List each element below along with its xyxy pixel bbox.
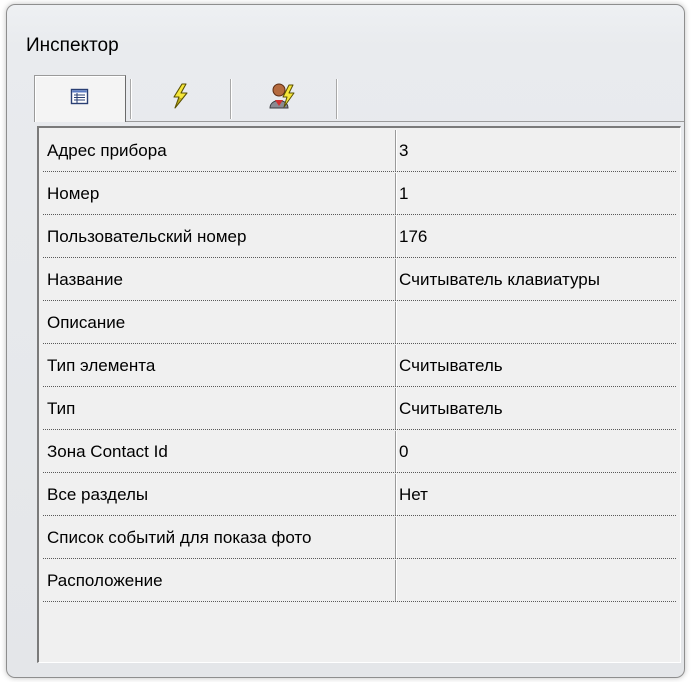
property-grid: Адрес прибора 3 Номер 1 Пользовательский… bbox=[37, 126, 681, 663]
column-divider bbox=[395, 173, 396, 214]
property-name: Расположение bbox=[47, 571, 163, 590]
tab-user-events[interactable] bbox=[230, 75, 336, 121]
tab-separator bbox=[336, 79, 337, 119]
property-value[interactable]: 176 bbox=[399, 216, 675, 257]
property-name: Описание bbox=[47, 313, 126, 332]
property-value[interactable] bbox=[399, 517, 675, 558]
property-row[interactable]: Тип Считыватель bbox=[43, 388, 676, 430]
property-name: Все разделы bbox=[47, 485, 149, 504]
property-name: Тип элемента bbox=[47, 356, 156, 375]
property-name: Пользовательский номер bbox=[47, 227, 247, 246]
property-name: Название bbox=[47, 270, 123, 289]
property-value[interactable]: 1 bbox=[399, 173, 675, 214]
user-lightning-icon bbox=[268, 82, 298, 115]
property-name: Тип bbox=[47, 399, 76, 418]
property-value[interactable]: 3 bbox=[399, 130, 675, 171]
property-value[interactable]: Нет bbox=[399, 474, 675, 515]
property-row[interactable]: Адрес прибора 3 bbox=[43, 130, 676, 172]
property-value[interactable]: Считыватель bbox=[399, 388, 675, 429]
column-divider bbox=[395, 560, 396, 601]
property-name: Список событий для показа фото bbox=[47, 528, 312, 547]
column-divider bbox=[395, 388, 396, 429]
column-divider bbox=[395, 345, 396, 386]
column-divider bbox=[395, 216, 396, 257]
window-title: Инспектор bbox=[26, 35, 119, 56]
property-row[interactable]: Зона Contact Id 0 bbox=[43, 431, 676, 473]
property-name: Зона Contact Id bbox=[47, 442, 168, 461]
tab-events[interactable] bbox=[130, 75, 230, 121]
inspector-window: Инспектор Адрес прибора 3 Номер 1 Пользо… bbox=[6, 4, 685, 678]
property-value[interactable]: 0 bbox=[399, 431, 675, 472]
property-row[interactable]: Описание bbox=[43, 302, 676, 344]
property-row[interactable]: Все разделы Нет bbox=[43, 474, 676, 516]
property-row[interactable]: Номер 1 bbox=[43, 173, 676, 215]
column-divider bbox=[395, 259, 396, 300]
tab-properties[interactable] bbox=[34, 75, 126, 122]
column-divider bbox=[395, 130, 396, 171]
property-name: Адрес прибора bbox=[47, 141, 167, 160]
property-name: Номер bbox=[47, 184, 100, 203]
property-row[interactable]: Пользовательский номер 176 bbox=[43, 216, 676, 258]
inspector-tabs bbox=[34, 75, 684, 122]
column-divider bbox=[395, 431, 396, 472]
property-list-icon bbox=[70, 88, 90, 111]
property-value[interactable] bbox=[399, 302, 675, 343]
column-divider bbox=[395, 302, 396, 343]
property-row[interactable]: Название Считыватель клавиатуры bbox=[43, 259, 676, 301]
property-row[interactable]: Расположение bbox=[43, 560, 676, 602]
column-divider bbox=[395, 474, 396, 515]
property-row[interactable]: Тип элемента Считыватель bbox=[43, 345, 676, 387]
property-value[interactable]: Считыватель клавиатуры bbox=[399, 259, 675, 300]
property-value[interactable] bbox=[399, 560, 675, 601]
lightning-icon bbox=[169, 82, 191, 114]
property-row[interactable]: Список событий для показа фото bbox=[43, 517, 676, 559]
property-value[interactable]: Считыватель bbox=[399, 345, 675, 386]
column-divider bbox=[395, 517, 396, 558]
